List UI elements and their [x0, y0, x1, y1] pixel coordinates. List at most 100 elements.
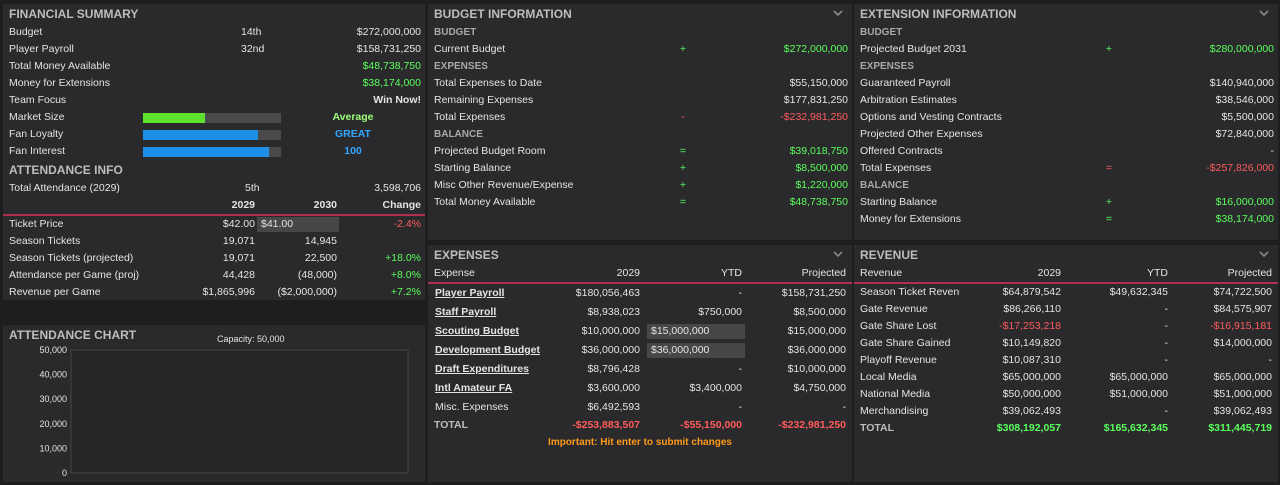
chevron-down-icon[interactable] — [1258, 7, 1270, 19]
summary-row: Total Money Available $48,738,750 — [3, 58, 425, 75]
attendance-row: Revenue per Game $1,865,996 ($2,000,000) +7… — [3, 284, 425, 301]
attendance-info-title: ATTENDANCE INFO — [9, 163, 123, 177]
expense-row: Staff Payroll $8,938,023 $750,000 $8,500,00… — [428, 303, 852, 322]
summary-row: Budget 14th $272,000,000 — [3, 24, 425, 41]
info-operator: + — [1105, 43, 1113, 55]
ticket-price-input[interactable]: $41.00 — [257, 217, 339, 232]
ticket-price-value: $41.00 — [261, 218, 294, 230]
expense-input-value: $15,000,000 — [651, 325, 710, 337]
summary-value: $272,000,000 — [356, 26, 421, 38]
info-value: $55,150,000 — [789, 77, 848, 89]
info-row: Projected Budget Room = $39,018,750 — [428, 143, 852, 160]
chevron-down-icon[interactable] — [832, 248, 844, 260]
expense-link[interactable]: Scouting Budget — [435, 322, 519, 341]
info-label: Starting Balance — [434, 162, 512, 174]
expense-row: Intl Amateur FA $3,600,000 $3,400,000 $4,75… — [428, 379, 852, 398]
summary-value: $48,738,750 — [362, 60, 421, 72]
total-attendance-label: Total Attendance (2029) — [9, 182, 120, 194]
chevron-down-icon[interactable] — [832, 7, 844, 19]
col-projected: Projected — [1227, 267, 1272, 279]
revenue-projected: $39,062,493 — [1213, 405, 1272, 417]
expense-input[interactable]: $15,000,000 — [647, 324, 745, 339]
expense-link[interactable]: Staff Payroll — [435, 303, 496, 322]
extension-information-panel: EXTENSION INFORMATION BUDGET Projected Bu… — [854, 4, 1278, 240]
expense-input[interactable]: $36,000,000 — [647, 343, 745, 358]
expense-link[interactable]: Development Budget — [435, 341, 540, 360]
attendance-2030: 14,945 — [304, 235, 337, 247]
expense-projected: $10,000,000 — [787, 363, 846, 375]
revenue-projected: - — [1268, 354, 1273, 366]
attendance-label: Revenue per Game — [9, 286, 101, 298]
expense-ytd: $750,000 — [698, 306, 742, 318]
expense-link[interactable]: Intl Amateur FA — [435, 379, 512, 398]
info-value: $16,000,000 — [1215, 196, 1274, 208]
expense-projected: - — [842, 401, 847, 413]
y-tick-label: 20,000 — [39, 419, 67, 429]
expense-projected: $15,000,000 — [787, 325, 846, 337]
summary-rank: 14th — [241, 26, 262, 38]
expense-ytd: - — [738, 363, 743, 375]
expense-2029: $8,796,428 — [587, 363, 640, 375]
meter-value: Average — [332, 111, 374, 123]
info-operator: = — [679, 145, 687, 157]
info-value: -$257,826,000 — [1206, 162, 1274, 174]
budget-information-panel: BUDGET INFORMATION BUDGET Current Budget +… — [428, 4, 852, 240]
col-change: Change — [382, 199, 421, 211]
expense-link[interactable]: Draft Expenditures — [435, 360, 529, 379]
meter-value: GREAT — [335, 128, 371, 140]
revenue-projected: $51,000,000 — [1213, 388, 1272, 400]
revenue-ytd: - — [1164, 337, 1169, 349]
info-row: Options and Vesting Contracts $5,500,000 — [854, 109, 1278, 126]
revenue-row: Gate Revenue $86,266,110 - $84,575,907 — [854, 301, 1278, 318]
info-value: $38,174,000 — [1215, 213, 1274, 225]
info-row: Total Expenses - -$232,981,250 — [428, 109, 852, 126]
revenue-row: Season Ticket Revenue $64,879,542 $49,632,… — [854, 284, 1278, 301]
attendance-label: Ticket Price — [9, 218, 64, 230]
revenue-projected: $14,000,000 — [1213, 337, 1272, 349]
revenue-2029: $86,266,110 — [1003, 303, 1061, 315]
col-ytd: YTD — [1147, 267, 1168, 279]
info-label: Remaining Expenses — [434, 94, 534, 106]
revenue-ytd: - — [1164, 405, 1169, 417]
revenue-2029: $39,062,493 — [1002, 405, 1061, 417]
info-label: Misc Other Revenue/Expense — [434, 179, 574, 191]
info-label: Projected Budget 2031 — [860, 43, 967, 55]
info-value: $177,831,250 — [783, 94, 848, 106]
info-operator: + — [1105, 196, 1113, 208]
summary-label: Budget — [9, 26, 43, 38]
summary-row: Player Payroll 32nd $158,731,250 — [3, 41, 425, 58]
revenue-label: Season Ticket Revenue — [860, 286, 960, 298]
meter-label: Market Size — [9, 111, 65, 123]
attendance-row: Ticket Price $42.00 $41.00 -2.4% — [3, 216, 425, 233]
attendance-2030: 22,500 — [304, 252, 337, 264]
info-label: Total Expenses to Date — [434, 77, 542, 89]
meter-fill — [143, 147, 269, 157]
attendance-2029: $42.00 — [222, 218, 255, 230]
attendance-label: Season Tickets — [9, 235, 81, 247]
attendance-table-header: 2029 2030 Change — [3, 197, 425, 216]
expense-2029: $180,056,463 — [575, 287, 640, 299]
meter-bar — [143, 113, 281, 123]
revenue-2029: $10,087,310 — [1002, 354, 1061, 366]
info-value: $140,940,000 — [1209, 77, 1274, 89]
info-value: $8,500,000 — [795, 162, 848, 174]
submit-note: Important: Hit enter to submit changes — [548, 437, 732, 448]
attendance-row: Attendance per Game (proj) 44,428 (48,000)… — [3, 267, 425, 284]
y-tick-label: 30,000 — [39, 394, 67, 404]
y-tick-label: 10,000 — [39, 443, 67, 453]
attendance-2029: $1,865,996 — [202, 286, 255, 298]
meter-fill — [143, 130, 258, 140]
info-operator: + — [679, 162, 687, 174]
expenses-panel: EXPENSES Expense 2029 YTD Projected Play… — [428, 245, 852, 482]
info-label: Guaranteed Payroll — [860, 77, 951, 89]
info-row: Money for Extensions = $38,174,000 — [854, 211, 1278, 228]
meter-row: Market Size Average — [3, 109, 425, 126]
info-row: Misc Other Revenue/Expense + $1,220,000 — [428, 177, 852, 194]
chevron-down-icon[interactable] — [1258, 248, 1270, 260]
attendance-change: +18.0% — [385, 252, 421, 264]
revenue-row: Merchandising $39,062,493 - $39,062,493 — [854, 403, 1278, 420]
expense-link[interactable]: Player Payroll — [435, 284, 504, 303]
col-2029: 2029 — [231, 199, 255, 211]
info-value: $38,546,000 — [1215, 94, 1274, 106]
revenue-row: Gate Share Lost -$17,253,218 - -$16,915,181 — [854, 318, 1278, 335]
